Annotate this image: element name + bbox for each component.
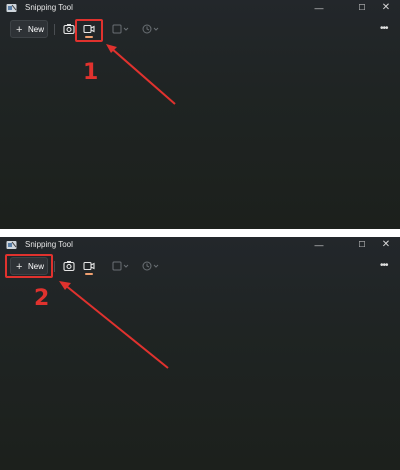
panel-divider <box>0 229 400 237</box>
arrow-annotation-2 <box>59 281 169 369</box>
snipping-tool-window-step-2: Snipping Tool — ☐ ✕ + New ••• 2 <box>0 237 400 470</box>
arrow-annotation-1 <box>106 44 176 105</box>
snipping-tool-window-step-1: Snipping Tool — ☐ ✕ + New ••• 1 <box>0 0 400 229</box>
